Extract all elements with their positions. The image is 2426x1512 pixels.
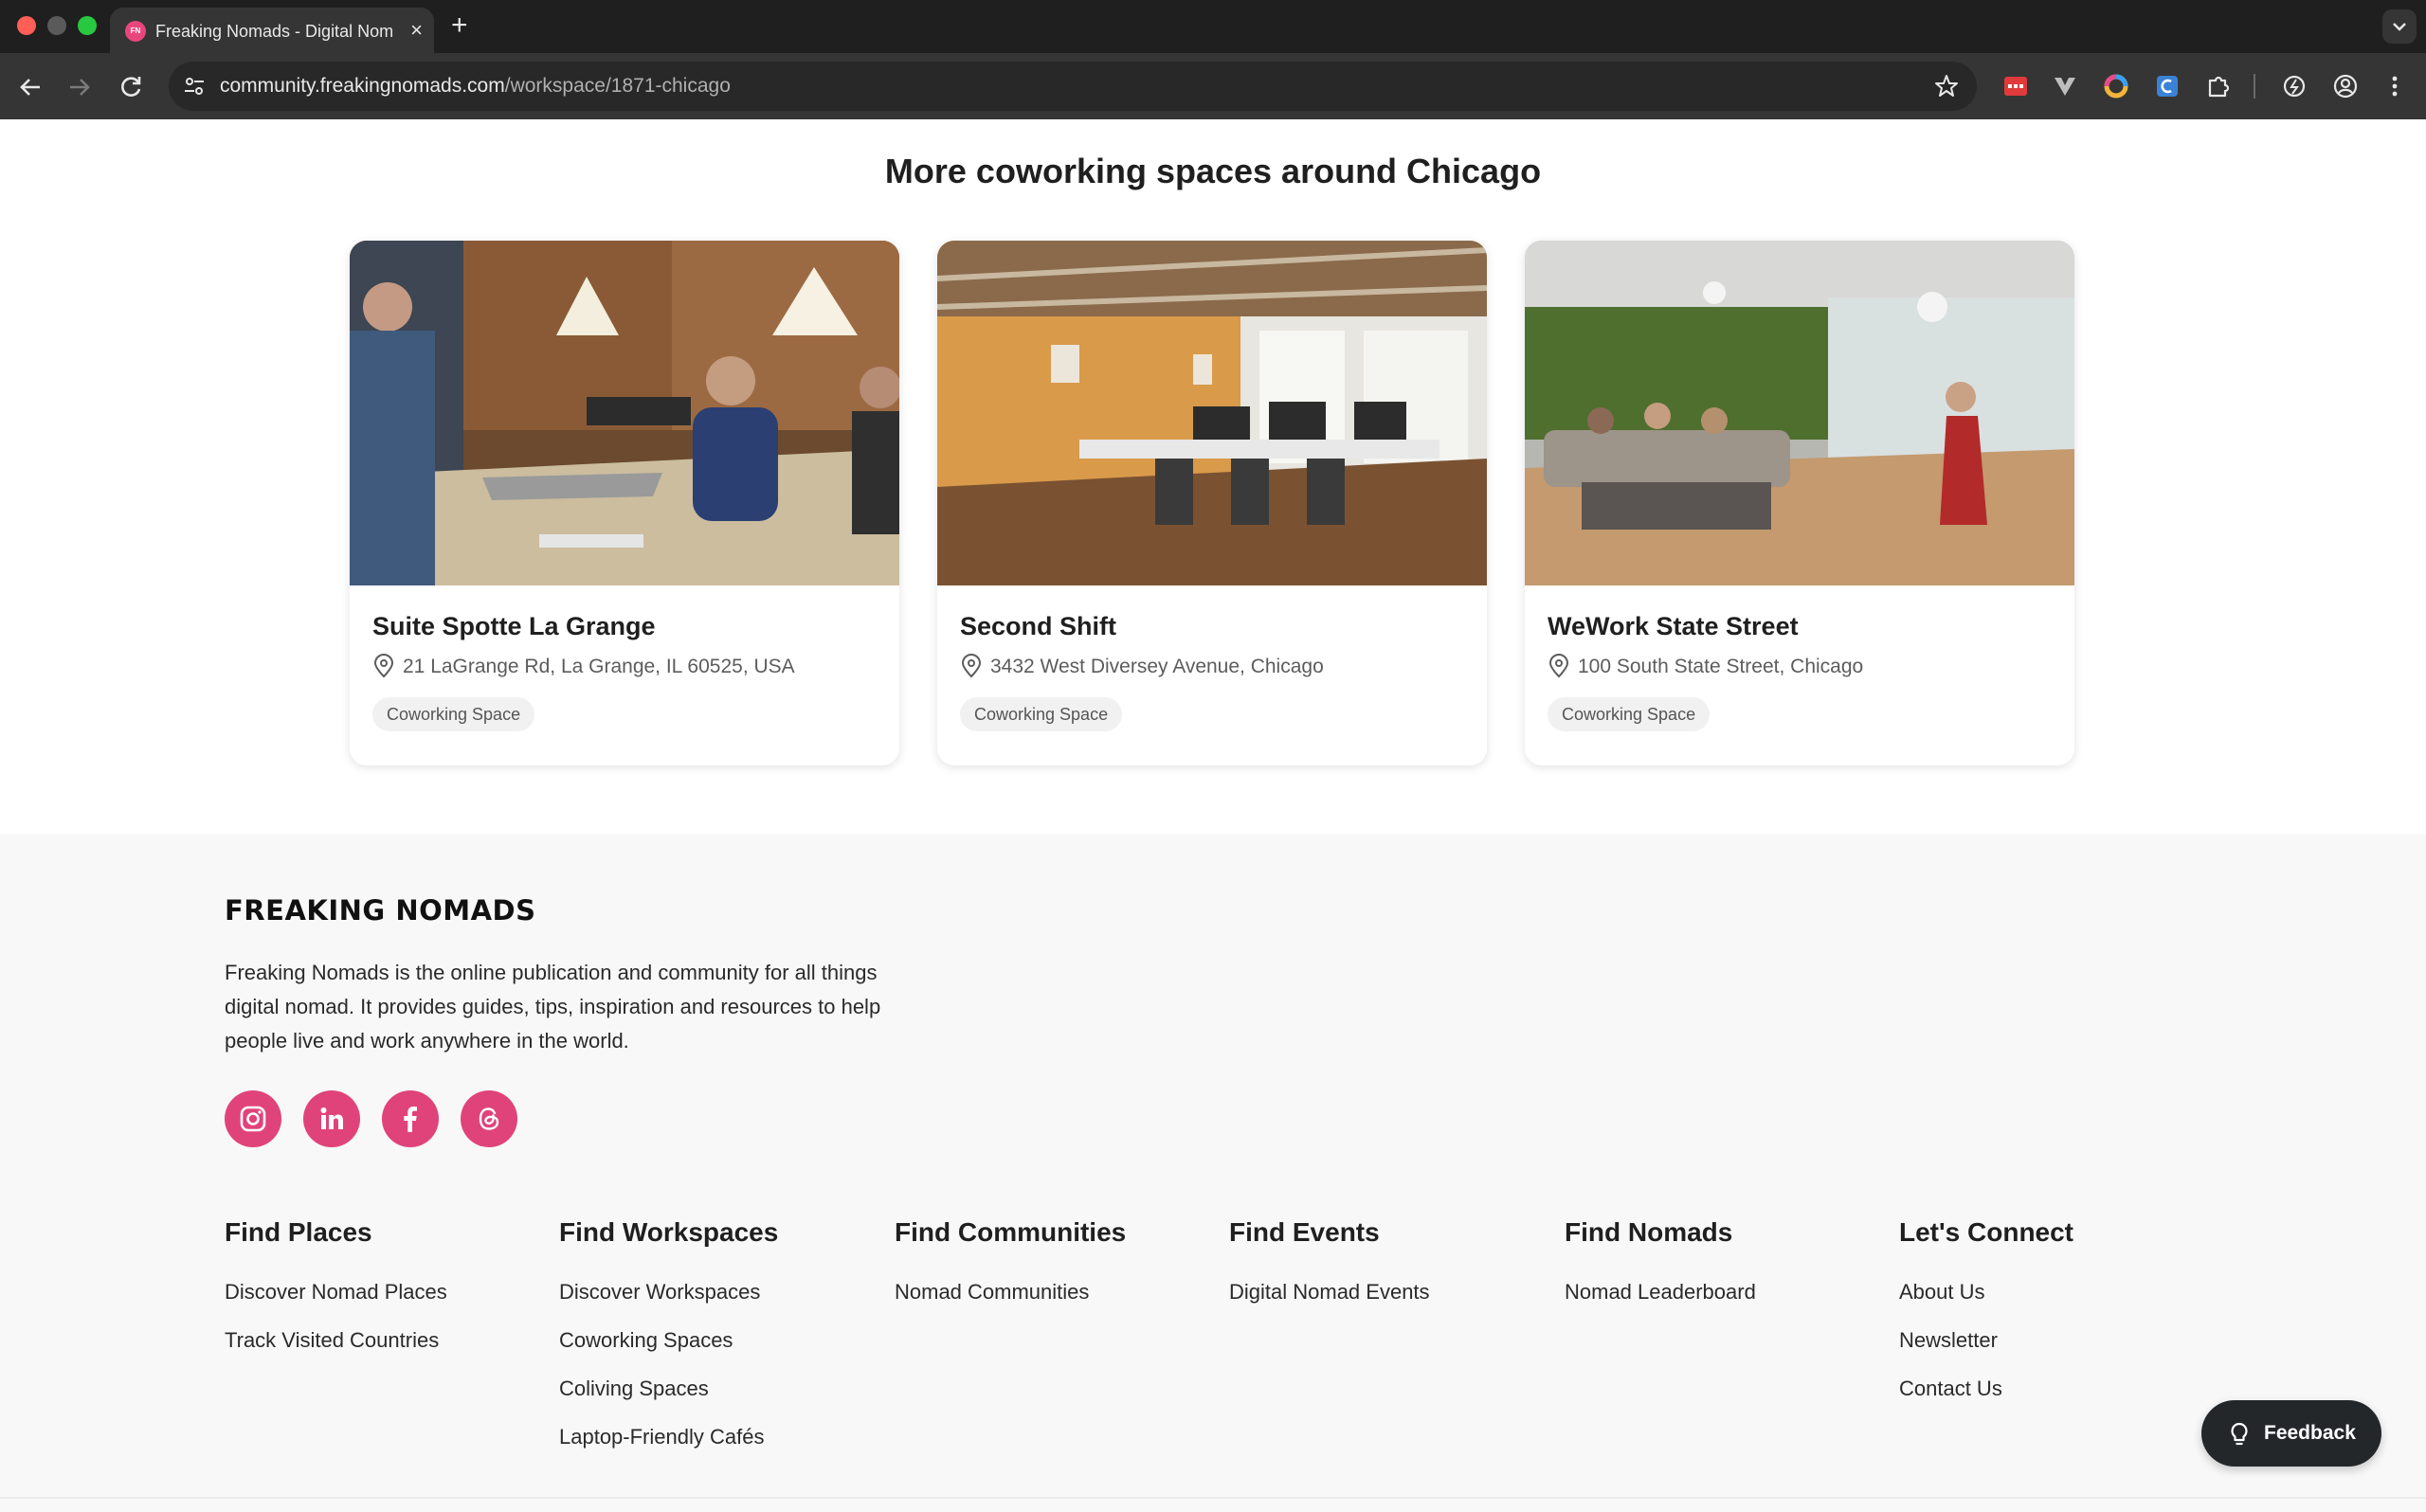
footer-link-coworking-spaces[interactable]: Coworking Spaces [559,1328,733,1353]
tab-close-icon[interactable]: × [410,20,423,41]
footer-about-text: Freaking Nomads is the online publicatio… [225,961,881,1053]
forward-arrow-icon[interactable] [64,72,95,102]
footer-link-laptop-friendly-cafes[interactable]: Laptop-Friendly Cafés [559,1425,764,1449]
workspace-card[interactable]: WeWork State Street 100 South State Stre… [1525,241,2074,765]
window-minimize-button[interactable] [47,16,66,35]
site-footer [0,834,2426,1512]
workspace-card[interactable]: Second Shift 3432 West Diversey Avenue, … [937,241,1487,765]
footer-link-newsletter[interactable]: Newsletter [1899,1328,1998,1353]
feedback-label: Feedback [2264,1422,2356,1444]
footer-heading-lets-connect: Let's Connect [1899,1217,2074,1247]
workspace-name[interactable]: WeWork State Street [1548,612,1799,641]
threads-icon [479,1107,499,1130]
footer-heading-find-events: Find Events [1229,1217,1380,1247]
section-title: More coworking spaces around Chicago [884,152,1542,190]
kebab-menu-icon[interactable] [2381,72,2409,100]
workspace-photo [1525,241,2074,585]
back-arrow-icon[interactable] [15,72,45,102]
footer-heading-find-communities: Find Communities [895,1217,1127,1247]
workspace-address: 21 LaGrange Rd, La Grange, IL 60525, USA [403,656,795,677]
workspace-photo [937,241,1487,585]
footer-link-nomad-communities[interactable]: Nomad Communities [895,1280,1089,1305]
workspace-type-badge: Coworking Space [372,697,535,731]
chevron-down-icon [2393,23,2406,31]
workspace-type-badge: Coworking Space [1548,697,1711,731]
footer-link-discover-nomad-places[interactable]: Discover Nomad Places [225,1280,447,1305]
window-close-button[interactable] [17,16,36,35]
workspace-name[interactable]: Suite Spotte La Grange [372,612,656,641]
instagram-icon [240,1106,266,1132]
workspace-name[interactable]: Second Shift [960,612,1116,641]
footer-brand-logo[interactable]: FREAKING NOMADS [225,894,536,927]
location-pin-icon [373,654,394,678]
footer-link-nomad-leaderboard[interactable]: Nomad Leaderboard [1565,1280,1756,1305]
threads-link[interactable] [461,1090,517,1147]
footer-link-coliving-spaces[interactable]: Coliving Spaces [559,1377,709,1401]
tab-title: Freaking Nomads - Digital Nomad [155,22,392,41]
workspace-card[interactable]: Suite Spotte La Grange 21 LaGrange Rd, L… [350,241,899,765]
toolbar-divider [2254,74,2255,99]
instagram-link[interactable] [225,1090,281,1147]
address-bar[interactable]: community.freakingnomads.com/workspace/1… [169,62,1977,111]
location-pin-icon [961,654,982,678]
footer-link-digital-nomad-events[interactable]: Digital Nomad Events [1229,1280,1430,1305]
bookmark-star-icon[interactable] [1933,73,1960,99]
profile-avatar-icon[interactable] [2331,72,2360,100]
facebook-icon [404,1107,417,1132]
footer-link-track-visited-countries[interactable]: Track Visited Countries [225,1328,439,1353]
extension-color-ring-icon[interactable] [2102,72,2130,100]
performance-icon[interactable] [2280,72,2308,100]
footer-link-about-us[interactable]: About Us [1899,1280,1985,1305]
extension-vee-icon[interactable] [2051,72,2079,100]
url-text: community.freakingnomads.com/workspace/1… [220,75,731,97]
extension-blue-icon[interactable] [2153,72,2182,100]
footer-heading-find-nomads: Find Nomads [1565,1217,1733,1247]
footer-heading-find-places: Find Places [225,1217,372,1247]
browser-tab-active[interactable]: FN Freaking Nomads - Digital Nomad × [110,8,434,53]
footer-divider [0,1497,2426,1499]
location-pin-icon [1548,654,1569,678]
new-tab-button[interactable]: + [451,9,468,42]
reload-icon[interactable] [116,72,146,102]
linkedin-icon [320,1107,343,1129]
lightbulb-icon [2231,1422,2248,1446]
tab-search-button[interactable] [2382,9,2417,44]
browser-tab-bar: FN Freaking Nomads - Digital Nomad × + [0,0,2426,53]
linkedin-link[interactable] [303,1090,360,1147]
window-zoom-button[interactable] [78,16,97,35]
workspace-photo [350,241,899,585]
feedback-button[interactable]: Feedback [2201,1400,2381,1467]
browser-toolbar: community.freakingnomads.com/workspace/1… [0,53,2426,119]
facebook-link[interactable] [382,1090,439,1147]
footer-heading-find-workspaces: Find Workspaces [559,1217,779,1247]
extension-red-icon[interactable] [2001,72,2030,100]
workspace-address: 100 South State Street, Chicago [1578,656,1864,677]
extensions-puzzle-icon[interactable] [2204,72,2233,100]
workspace-type-badge: Coworking Space [960,697,1123,731]
site-favicon-icon: FN [125,21,146,42]
footer-link-contact-us[interactable]: Contact Us [1899,1377,2002,1401]
footer-link-discover-workspaces[interactable]: Discover Workspaces [559,1280,760,1305]
workspace-address: 3432 West Diversey Avenue, Chicago [990,656,1324,677]
site-info-icon[interactable] [182,74,207,99]
